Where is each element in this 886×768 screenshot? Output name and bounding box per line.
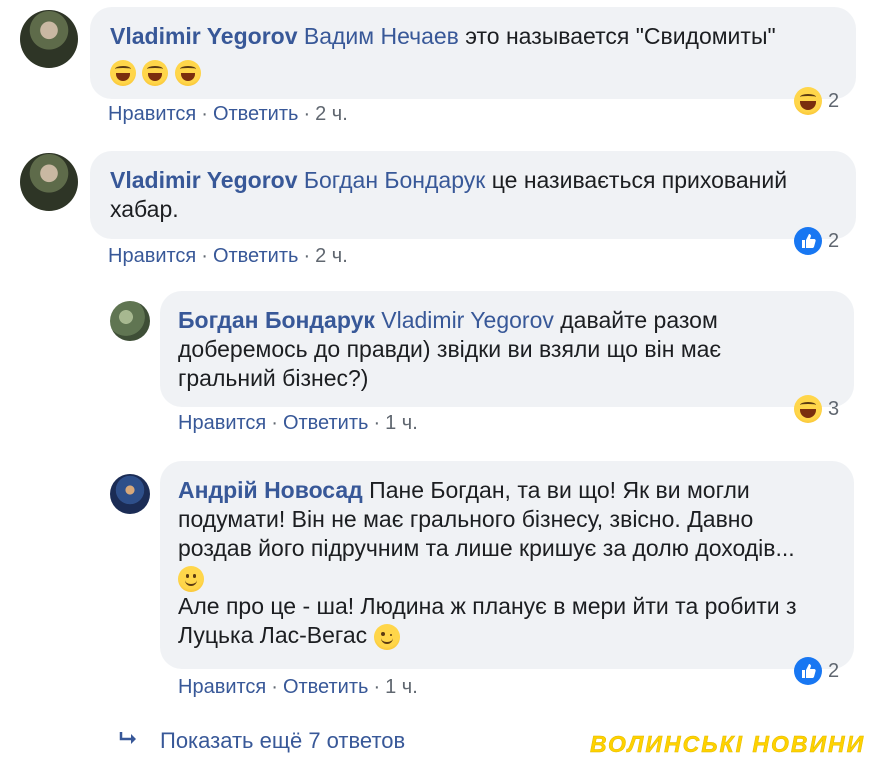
reply-button[interactable]: Ответить [213, 103, 299, 125]
haha-icon [794, 395, 822, 423]
avatar[interactable] [110, 474, 150, 514]
timestamp[interactable]: 1 ч. [385, 676, 418, 698]
comment-actions: Нравится · Ответить · 2 ч. [108, 103, 348, 125]
reply-bubble: Богдан Бондарук Vladimir Yegorov давайте… [160, 291, 854, 407]
haha-icon [794, 87, 822, 115]
reply-button[interactable]: Ответить [283, 412, 369, 434]
comment-bubble: Vladimir Yegorov Вадим Нечаев это называ… [90, 7, 856, 99]
like-icon [794, 657, 822, 685]
timestamp[interactable]: 1 ч. [385, 412, 418, 434]
reaction-count[interactable]: 3 [794, 392, 839, 426]
reply-button[interactable]: Ответить [213, 245, 299, 267]
comment-author[interactable]: Богдан Бондарук [178, 307, 375, 333]
comment-author[interactable]: Vladimir Yegorov [110, 23, 297, 49]
comment-text: гральний бізнес?) [178, 365, 369, 391]
comment-author[interactable]: Андрій Новосад [178, 477, 363, 503]
comment-text: Пане Богдан, та ви що! Як ви могли [369, 477, 750, 503]
comment-bubble: Vladimir Yegorov Богдан Бондарук це нази… [90, 151, 856, 239]
comment-text: це називається прихований [491, 167, 788, 193]
wink-icon [373, 623, 400, 650]
comment-actions: Нравится · Ответить · 1 ч. [178, 412, 418, 434]
comment-author[interactable]: Vladimir Yegorov [110, 167, 297, 193]
like-button[interactable]: Нравится [108, 103, 196, 125]
comment-text: роздав його підручним та лише кришує за … [178, 535, 795, 561]
comment-text: подумати! Він не має грального бізнесу, … [178, 506, 754, 532]
like-button[interactable]: Нравится [108, 245, 196, 267]
smile-icon [178, 565, 204, 592]
comment-text: Луцька Лас-Вегас [178, 622, 368, 648]
comment-text: доберемось до правди) звідки ви взяли що… [178, 336, 722, 362]
reply-arrow-icon [118, 728, 140, 754]
reply-bubble: Андрій Новосад Пане Богдан, та ви що! Як… [160, 461, 854, 669]
reaction-count[interactable]: 2 [794, 654, 839, 688]
like-icon [794, 227, 822, 255]
comment-mention[interactable]: Богдан Бондарук [304, 167, 485, 193]
reply-button[interactable]: Ответить [283, 676, 369, 698]
comment-text: давайте разом [560, 307, 718, 333]
like-button[interactable]: Нравится [178, 412, 266, 434]
avatar[interactable] [110, 301, 150, 341]
watermark-logo: ВОЛИНСЬКІ НОВИНИ [590, 731, 866, 758]
comment-text: это называется "Свидомиты" [465, 23, 776, 49]
comment-actions: Нравится · Ответить · 1 ч. [178, 676, 418, 698]
comment-mention[interactable]: Вадим Нечаев [304, 23, 459, 49]
timestamp[interactable]: 2 ч. [315, 245, 348, 267]
laughing-tears-icon [174, 59, 201, 86]
laughing-tears-icon [142, 59, 169, 86]
show-more-replies-button[interactable]: Показать ещё 7 ответов [118, 728, 405, 754]
comment-text: хабар. [110, 196, 179, 222]
reaction-count[interactable]: 2 [794, 84, 839, 118]
comment-text: Але про це - ша! Людина ж планує в мери … [178, 593, 797, 619]
timestamp[interactable]: 2 ч. [315, 103, 348, 125]
avatar[interactable] [20, 153, 78, 211]
comment-mention[interactable]: Vladimir Yegorov [381, 307, 554, 333]
comment-actions: Нравится · Ответить · 2 ч. [108, 245, 348, 267]
reaction-count[interactable]: 2 [794, 224, 839, 258]
show-more-replies-label: Показать ещё 7 ответов [160, 728, 406, 753]
like-button[interactable]: Нравится [178, 676, 266, 698]
avatar[interactable] [20, 10, 78, 68]
laughing-tears-icon [110, 59, 136, 86]
